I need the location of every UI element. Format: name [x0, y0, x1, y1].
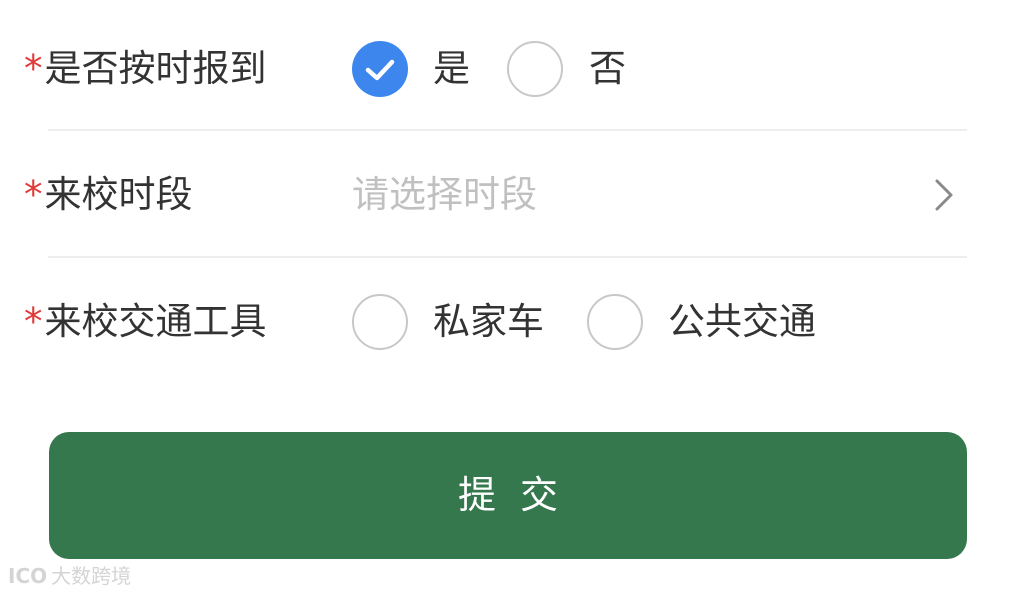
radio-yes[interactable] [352, 41, 408, 97]
watermark-logo: ICO [8, 564, 48, 588]
field-transport-mode: *来校交通工具 私家车 公共交通 [0, 259, 1010, 385]
radio-public-transport-label[interactable]: 公共交通 [668, 259, 816, 385]
radio-no-label[interactable]: 否 [589, 6, 626, 132]
radio-private-car-label[interactable]: 私家车 [433, 259, 544, 385]
divider [48, 129, 967, 131]
required-mark: * [24, 173, 43, 216]
watermark-text: 大数跨境 [51, 564, 132, 588]
field-label: *是否按时报到 [24, 6, 267, 132]
field-arrival-time-slot[interactable]: *来校时段 请选择时段 [0, 132, 1010, 258]
chevron-right-icon[interactable] [930, 177, 958, 213]
required-mark: * [24, 300, 43, 343]
field-on-time-arrival: *是否按时报到 是 否 [0, 6, 1010, 132]
checkmark-icon [365, 59, 395, 81]
field-label: *来校交通工具 [24, 259, 267, 385]
required-mark: * [24, 47, 43, 90]
time-slot-picker[interactable]: 请选择时段 [352, 132, 537, 258]
field-label-text: 是否按时报到 [44, 47, 267, 90]
radio-private-car[interactable] [352, 294, 408, 350]
arrival-form: *是否按时报到 是 否 *来校时段 请选择时段 *来校交通工具 私家车 公共交通 [0, 0, 1010, 595]
watermark: ICO 大数跨境 [8, 562, 131, 590]
radio-yes-label[interactable]: 是 [433, 6, 470, 132]
divider [48, 256, 967, 258]
submit-button[interactable]: 提交 [49, 432, 967, 559]
field-label: *来校时段 [24, 132, 193, 258]
field-label-text: 来校交通工具 [44, 300, 267, 343]
radio-public-transport[interactable] [587, 294, 643, 350]
radio-no[interactable] [507, 41, 563, 97]
field-label-text: 来校时段 [44, 173, 193, 216]
